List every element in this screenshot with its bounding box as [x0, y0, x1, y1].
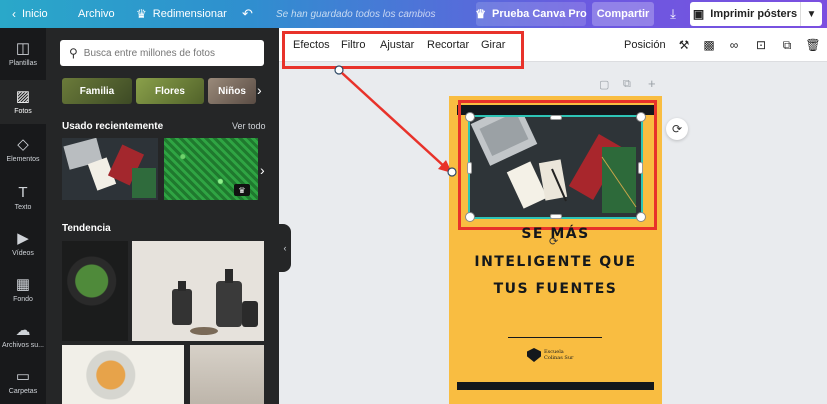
rail-label: Plantillas [8, 60, 37, 67]
rail-label: Fondo [13, 296, 33, 303]
rail-item-uploads[interactable]: ☁ Archivos su... [0, 314, 46, 358]
category-kids[interactable]: Niños [208, 78, 256, 104]
text-icon: T [18, 184, 28, 201]
photo-thumbnail-salad[interactable] [62, 241, 128, 341]
crown-icon: ♛ [136, 7, 147, 21]
photos-panel: ⚲ Familia Flores Niños › Usado recientem… [46, 28, 279, 404]
link-icon[interactable]: ∞ [726, 37, 742, 53]
top-bar: ‹ Inicio Archivo ♛ Redimensionar ↶ Se ha… [0, 0, 827, 28]
resize-button[interactable]: ♛ Redimensionar [136, 0, 227, 28]
save-status: Se han guardado todos los cambios [276, 8, 436, 20]
resize-handle[interactable] [638, 162, 643, 174]
shield-icon [527, 348, 541, 362]
bottles-art [172, 269, 258, 335]
duplicate-icon[interactable]: ⧉ [779, 37, 795, 53]
undo-icon[interactable]: ↶ [242, 0, 253, 28]
rail-item-videos[interactable]: ▶ Vídeos [0, 222, 46, 266]
desk-photo-art [62, 138, 158, 200]
recent-title: Usado recientemente [62, 121, 164, 132]
elements-icon: ◇ [17, 136, 29, 153]
copy-page-icon[interactable]: ⧉ [623, 78, 631, 91]
rail-label: Vídeos [12, 250, 34, 257]
poster-divider [508, 337, 602, 338]
rail-label: Elementos [6, 156, 40, 163]
photo-thumbnail-desk[interactable] [62, 138, 158, 200]
video-icon: ▶ [17, 230, 29, 247]
trending-title: Tendencia [62, 223, 111, 234]
upload-icon: ☁ [15, 322, 31, 339]
resize-handle[interactable] [550, 115, 562, 120]
canva-editor: ‹ Inicio Archivo ♛ Redimensionar ↶ Se ha… [0, 0, 827, 404]
position-button[interactable]: Posición [624, 28, 666, 62]
logo-text: Escuela Colinas Sur [544, 349, 573, 361]
rail-label: Carpetas [8, 388, 38, 395]
school-logo[interactable]: Escuela Colinas Sur [527, 348, 573, 362]
refresh-icon[interactable]: ⟳ [666, 118, 688, 140]
lock-icon[interactable]: ⊡ [753, 37, 769, 53]
rail-label: Fotos [14, 108, 32, 115]
rail-label: Archivos su... [1, 342, 44, 349]
poster-headline-1[interactable]: SE MÁS [449, 226, 662, 242]
photo-thumbnail-glitter[interactable]: ♛ [164, 138, 258, 200]
background-icon: ▦ [15, 276, 31, 293]
logo-line-2: Colinas Sur [544, 355, 574, 361]
note-icon[interactable]: ▢ [599, 78, 609, 91]
photo-thumbnail-food[interactable] [62, 345, 184, 404]
chevron-right-icon[interactable]: › [260, 162, 265, 178]
crown-icon: ♛ [234, 184, 250, 196]
rail-item-elements[interactable]: ◇ Elementos [0, 128, 46, 172]
print-icon: ▣ [692, 7, 705, 21]
search-box[interactable]: ⚲ [60, 40, 264, 66]
folder-icon: ▭ [15, 368, 31, 385]
home-button[interactable]: ‹ Inicio [12, 0, 48, 28]
resize-handle[interactable] [467, 162, 472, 174]
paint-roller-icon[interactable]: ⚒ [676, 37, 692, 53]
photo-thumbnail-bottles[interactable] [132, 241, 264, 341]
poster-headline-2[interactable]: INTELIGENTE QUE [449, 254, 662, 270]
resize-label: Redimensionar [152, 8, 227, 20]
category-flowers[interactable]: Flores [136, 78, 204, 104]
rail-item-background[interactable]: ▦ Fondo [0, 268, 46, 312]
rail-label: Texto [14, 204, 32, 211]
poster-headline-3[interactable]: TUS FUENTES [449, 281, 662, 297]
template-icon: ◫ [15, 40, 31, 57]
resize-handle[interactable] [636, 212, 646, 222]
search-input[interactable] [83, 47, 254, 59]
poster-bottom-bar [457, 382, 654, 390]
trial-label: Prueba Canva Pro [492, 8, 587, 20]
trial-button[interactable]: ♛ Prueba Canva Pro [475, 2, 587, 26]
side-rail: ◫ Plantillas ▨ Fotos ◇ Elementos T Texto… [0, 28, 46, 404]
photo-thumbnail-hand[interactable] [190, 345, 264, 404]
add-page-icon[interactable]: + [648, 76, 656, 91]
search-icon: ⚲ [69, 46, 78, 60]
rail-item-folders[interactable]: ▭ Carpetas [0, 360, 46, 404]
chevron-down-icon[interactable]: ▼ [800, 2, 822, 26]
print-label: Imprimir pósters [710, 8, 798, 20]
resize-handle[interactable] [465, 112, 475, 122]
chevron-right-icon[interactable]: › [257, 82, 262, 98]
rail-item-photos[interactable]: ▨ Fotos [0, 80, 46, 124]
see-all-link[interactable]: Ver todo [232, 121, 266, 131]
download-icon[interactable]: ⤓ [660, 0, 686, 28]
transparency-icon[interactable]: ▩ [701, 37, 717, 53]
trash-icon[interactable]: 🗑 [805, 37, 821, 53]
toolbar-highlight [282, 31, 524, 69]
rail-item-text[interactable]: T Texto [0, 176, 46, 220]
collapse-panel-button[interactable]: ‹ [279, 224, 291, 272]
resize-handle[interactable] [550, 214, 562, 219]
category-family[interactable]: Familia [62, 78, 132, 104]
home-label: Inicio [22, 8, 48, 20]
print-posters-button[interactable]: ▣ Imprimir pósters [690, 2, 800, 26]
file-menu[interactable]: Archivo [78, 0, 115, 28]
resize-handle[interactable] [636, 112, 646, 122]
share-button[interactable]: Compartir [592, 2, 654, 26]
photo-icon: ▨ [15, 88, 31, 105]
chevron-left-icon: ‹ [12, 7, 16, 21]
resize-handle[interactable] [465, 212, 475, 222]
crown-icon: ♛ [475, 7, 486, 21]
rail-item-templates[interactable]: ◫ Plantillas [0, 32, 46, 76]
